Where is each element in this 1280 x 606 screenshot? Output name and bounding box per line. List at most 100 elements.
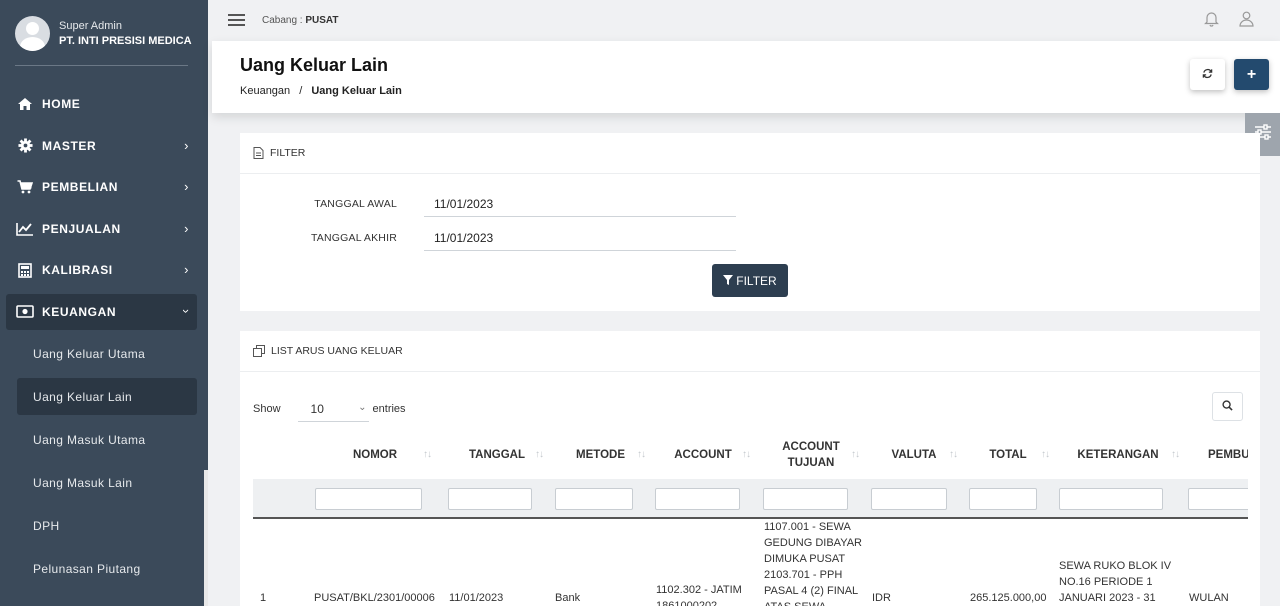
sort-icon: ↑↓ bbox=[742, 449, 751, 460]
list-card: LIST ARUS UANG KELUAR Show 10 ⌄ entries … bbox=[240, 331, 1260, 606]
column-header-label: ACCOUNT TUJUAN bbox=[782, 440, 840, 469]
filter-card-title: FILTER bbox=[270, 147, 306, 159]
sidebar-item-pembelian[interactable]: PEMBELIAN › bbox=[6, 169, 197, 205]
show-label: Show bbox=[253, 403, 281, 415]
filter-button[interactable]: FILTER bbox=[712, 264, 788, 297]
filter-input-valuta[interactable] bbox=[871, 488, 947, 510]
tanggal-awal-input[interactable]: 11/01/2023 bbox=[424, 191, 736, 217]
filter-input-pembuat[interactable] bbox=[1188, 488, 1248, 510]
sidebar-item-home[interactable]: HOME bbox=[6, 86, 197, 122]
column-header-label: KETERANGAN bbox=[1077, 448, 1159, 461]
list-card-header: LIST ARUS UANG KELUAR bbox=[240, 331, 1260, 372]
chevron-down-icon: ⌄ bbox=[358, 402, 367, 413]
sidebar-item-label: PEMBELIAN bbox=[42, 180, 119, 194]
sidebar-item-label: MASTER bbox=[42, 138, 97, 153]
user-role: Super Admin bbox=[59, 19, 122, 32]
tanggal-akhir-input[interactable]: 11/01/2023 bbox=[424, 225, 736, 251]
column-header-label: ACCOUNT bbox=[674, 448, 732, 461]
refresh-icon bbox=[1202, 66, 1213, 84]
cell-total: 265.125.000,00 bbox=[970, 592, 1047, 604]
avatar[interactable] bbox=[15, 15, 50, 51]
column-header-pembuat[interactable]: PEMBU bbox=[1189, 432, 1248, 478]
breadcrumb-separator: / bbox=[299, 85, 303, 97]
filter-input-nomor[interactable] bbox=[315, 488, 422, 510]
cell-no: 1 bbox=[260, 592, 267, 604]
page-header: Uang Keluar Lain Keuangan / Uang Keluar … bbox=[212, 41, 1280, 113]
sort-icon: ↑↓ bbox=[423, 449, 432, 460]
sort-icon: ↑↓ bbox=[851, 449, 860, 460]
calculator-icon bbox=[16, 261, 34, 279]
filter-input-metode[interactable] bbox=[555, 488, 633, 510]
column-header-label: VALUTA bbox=[891, 448, 937, 461]
filter-input-account-tujuan[interactable] bbox=[763, 488, 848, 510]
sidebar-item-kalibrasi[interactable]: KALIBRASI › bbox=[6, 252, 197, 288]
chevron-right-icon: › bbox=[184, 262, 189, 277]
sort-icon: ↑↓ bbox=[637, 449, 646, 460]
user-company: PT. INTI PRESISI MEDICA bbox=[59, 34, 192, 47]
cabang-label: Cabang : bbox=[262, 14, 303, 26]
chevron-right-icon: › bbox=[184, 179, 189, 194]
column-header-label: NOMOR bbox=[352, 448, 398, 461]
list-card-title: LIST ARUS UANG KELUAR bbox=[271, 345, 403, 357]
column-header-nomor[interactable]: NOMOR ↑↓ bbox=[315, 432, 435, 478]
add-button[interactable]: + bbox=[1234, 59, 1269, 90]
chevron-right-icon: › bbox=[184, 137, 189, 153]
entries-select[interactable]: 10 ⌄ bbox=[297, 396, 369, 422]
sidebar-item-label: KALIBRASI bbox=[42, 263, 113, 277]
submenu-item-uang-keluar-lain[interactable]: Uang Keluar Lain bbox=[17, 378, 197, 415]
submenu-item-uang-keluar-utama[interactable]: Uang Keluar Utama bbox=[17, 335, 197, 372]
hamburger-menu-icon[interactable] bbox=[228, 14, 245, 26]
column-header-label: TANGGAL bbox=[468, 448, 525, 461]
filter-input-account[interactable] bbox=[655, 488, 740, 510]
entries-control: Show 10 ⌄ entries bbox=[253, 396, 406, 422]
tanggal-akhir-row: TANGGAL AKHIR 11/01/2023 bbox=[240, 225, 736, 251]
sidebar-submenu: Uang Keluar Utama Uang Keluar Lain Uang … bbox=[0, 335, 208, 587]
cabang-value: PUSAT bbox=[305, 14, 339, 26]
user-icon[interactable] bbox=[1239, 11, 1254, 32]
submenu-item-pelunasan-piutang[interactable]: Pelunasan Piutang bbox=[17, 550, 197, 587]
submenu-item-dph[interactable]: DPH bbox=[17, 507, 197, 544]
sidebar-item-label: PENJUALAN bbox=[42, 221, 121, 236]
sidebar-item-master[interactable]: MASTER › bbox=[6, 128, 197, 164]
entries-value: 10 bbox=[310, 401, 324, 416]
breadcrumb-keuangan[interactable]: Keuangan bbox=[240, 85, 290, 97]
data-table: NOMOR ↑↓ TANGGAL ↑↓ METODE ↑↓ ACCOUNT ↑↓… bbox=[253, 432, 1248, 606]
chart-line-icon bbox=[16, 220, 34, 238]
sidebar-divider bbox=[15, 65, 188, 66]
column-header-account-tujuan[interactable]: ACCOUNT TUJUAN ↑↓ bbox=[763, 432, 860, 478]
submenu-item-uang-masuk-utama[interactable]: Uang Masuk Utama bbox=[17, 421, 197, 458]
sort-icon: ↑↓ bbox=[949, 449, 958, 460]
sidebar-item-keuangan[interactable]: KEUANGAN › bbox=[6, 293, 197, 330]
bell-icon[interactable] bbox=[1204, 11, 1219, 32]
cell-account-tujuan: 1107.001 - SEWA GEDUNG DIBAYAR DIMUKA PU… bbox=[764, 521, 862, 606]
column-header-metode[interactable]: METODE ↑↓ bbox=[558, 432, 646, 478]
sidebar-menu: HOME MASTER › PEMBELIAN › PENJUALAN › KA… bbox=[0, 86, 208, 330]
sidebar-item-label: KEUANGAN bbox=[42, 304, 117, 319]
cell-valuta: IDR bbox=[872, 592, 891, 604]
tanggal-akhir-label: TANGGAL AKHIR bbox=[310, 232, 397, 244]
column-header-account[interactable]: ACCOUNT ↑↓ bbox=[655, 432, 751, 478]
search-button[interactable] bbox=[1212, 392, 1243, 421]
filter-card: FILTER TANGGAL AWAL 11/01/2023 TANGGAL A… bbox=[240, 133, 1260, 311]
column-header-total[interactable]: TOTAL ↑↓ bbox=[969, 432, 1050, 478]
column-header-valuta[interactable]: VALUTA ↑↓ bbox=[871, 432, 958, 478]
filter-input-total[interactable] bbox=[969, 488, 1037, 510]
sort-icon: ↑↓ bbox=[535, 449, 544, 460]
submenu-item-uang-masuk-lain[interactable]: Uang Masuk Lain bbox=[17, 464, 197, 501]
column-header-keterangan[interactable]: KETERANGAN ↑↓ bbox=[1059, 432, 1180, 478]
sidebar-item-penjualan[interactable]: PENJUALAN › bbox=[6, 211, 197, 247]
refresh-button[interactable] bbox=[1190, 59, 1225, 90]
filter-input-tanggal[interactable] bbox=[448, 488, 532, 510]
tanggal-awal-row: TANGGAL AWAL 11/01/2023 bbox=[240, 191, 736, 217]
filter-funnel-icon bbox=[723, 274, 734, 288]
entries-label: entries bbox=[372, 403, 406, 415]
cell-tanggal: 11/01/2023 bbox=[449, 592, 504, 604]
cell-nomor: PUSAT/BKL/2301/00006 bbox=[314, 592, 435, 604]
sidebar-scrollbar[interactable] bbox=[204, 470, 208, 606]
plus-icon: + bbox=[1246, 65, 1257, 83]
search-icon bbox=[1222, 398, 1233, 416]
column-header-label: METODE bbox=[576, 448, 625, 461]
chevron-down-icon: › bbox=[179, 308, 195, 314]
filter-input-keterangan[interactable] bbox=[1059, 488, 1163, 510]
column-header-tanggal[interactable]: TANGGAL ↑↓ bbox=[448, 432, 546, 478]
